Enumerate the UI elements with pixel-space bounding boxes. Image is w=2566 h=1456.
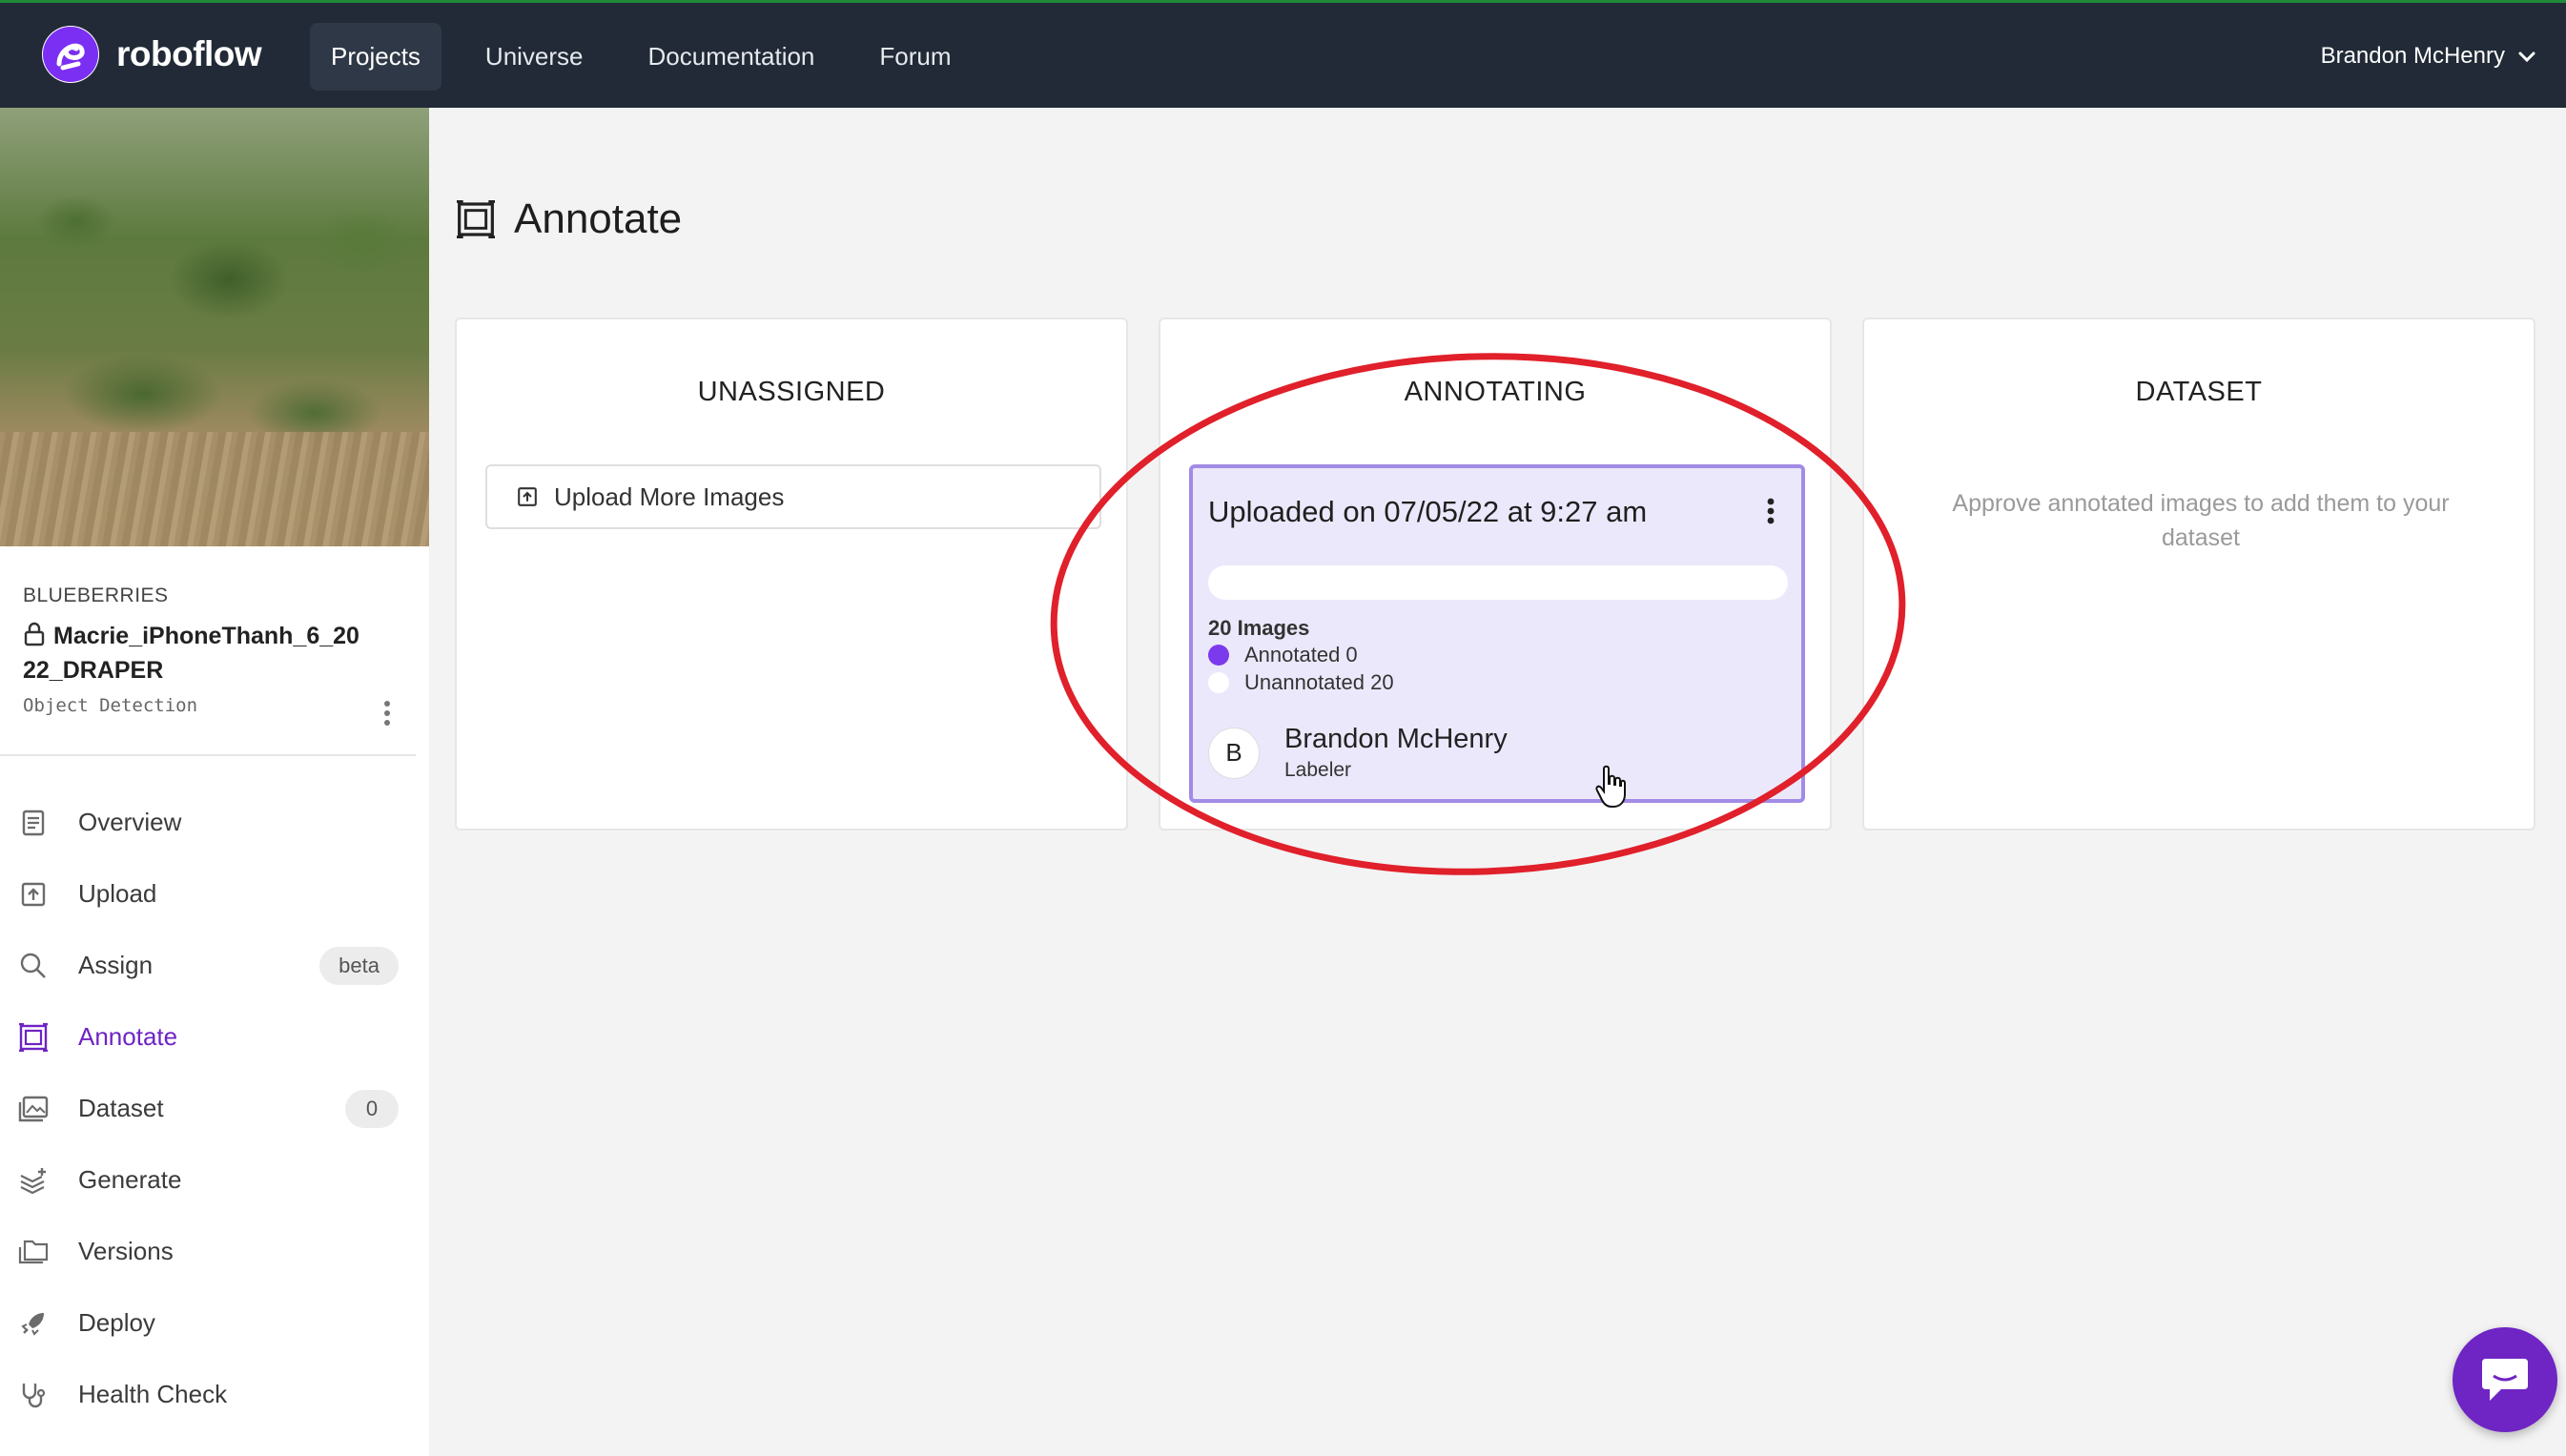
roboflow-logo-icon (42, 26, 99, 83)
nav-universe[interactable]: Universe (464, 23, 605, 91)
page-title: Annotate (455, 195, 682, 243)
sidebar-item-annotate[interactable]: Annotate (0, 1001, 429, 1073)
sidebar-item-dataset[interactable]: Dataset 0 (0, 1073, 429, 1144)
top-navbar: roboflow Projects Universe Documentation… (0, 0, 2566, 108)
roboflow-logo[interactable]: roboflow (42, 26, 262, 83)
folders-icon (17, 1236, 50, 1268)
sidebar-item-label: Dataset (78, 1094, 164, 1122)
project-name-text: Macrie_iPhoneThanh_6_2022_DRAPER (23, 623, 359, 684)
nav-documentation[interactable]: Documentation (627, 23, 836, 91)
sidebar-item-label: Versions (78, 1237, 174, 1265)
sidebar-nav: Overview Upload Assign beta Annotate Dat… (0, 787, 429, 1430)
sidebar-item-overview[interactable]: Overview (0, 787, 429, 858)
project-group: BLUEBERRIES (23, 584, 169, 606)
upload-more-images-button[interactable]: Upload More Images (485, 464, 1101, 529)
sidebar-item-deploy[interactable]: Deploy (0, 1287, 429, 1359)
sidebar-item-label: Generate (78, 1165, 182, 1194)
nav-forum[interactable]: Forum (858, 23, 972, 91)
sidebar-item-label: Upload (78, 879, 157, 908)
search-icon (17, 950, 50, 982)
dataset-empty-hint: Approve annotated images to add them to … (1952, 490, 2450, 551)
sidebar-item-versions[interactable]: Versions (0, 1216, 429, 1287)
project-meta: BLUEBERRIES Macrie_iPhoneThanh_6_2022_DR… (0, 584, 429, 716)
upload-icon (518, 487, 537, 506)
sidebar-item-label: Overview (78, 808, 182, 836)
column-title: DATASET (2135, 377, 2263, 407)
brand-name: roboflow (116, 34, 262, 73)
annotate-icon (457, 200, 495, 238)
sidebar-item-health-check[interactable]: Health Check (0, 1359, 429, 1430)
sidebar-item-label: Deploy (78, 1308, 155, 1337)
layers-plus-icon (17, 1164, 50, 1197)
sidebar-item-label: Annotate (78, 1022, 178, 1051)
sidebar-item-upload[interactable]: Upload (0, 858, 429, 930)
project-thumbnail (0, 108, 429, 546)
project-options-icon[interactable] (381, 699, 393, 728)
images-icon (17, 1093, 50, 1125)
sidebar-item-label: Health Check (78, 1380, 228, 1408)
page-title-text: Annotate (514, 195, 683, 242)
upload-more-label: Upload More Images (554, 482, 785, 511)
annotate-icon (17, 1021, 50, 1054)
column-title: UNASSIGNED (697, 377, 886, 407)
user-name: Brandon McHenry (2320, 43, 2505, 69)
sidebar-divider (0, 754, 416, 756)
lock-icon (24, 622, 45, 646)
project-name[interactable]: Macrie_iPhoneThanh_6_2022_DRAPER (23, 619, 366, 687)
dataset-column: DATASET Approve annotated images to add … (1862, 318, 2535, 831)
document-icon (17, 807, 50, 839)
hand-cursor-icon (1595, 765, 1626, 808)
rocket-icon (17, 1307, 50, 1340)
stethoscope-icon (17, 1379, 50, 1411)
chat-icon (2482, 1359, 2528, 1401)
sidebar: BLUEBERRIES Macrie_iPhoneThanh_6_2022_DR… (0, 108, 429, 1456)
chevron-down-icon (2518, 51, 2535, 63)
highlight-ellipse (1050, 353, 1906, 875)
sidebar-item-generate[interactable]: Generate (0, 1144, 429, 1216)
main-nav: Projects Universe Documentation Forum (310, 23, 973, 91)
thumbnail-ground (0, 432, 429, 546)
project-type: Object Detection (23, 695, 198, 716)
nav-projects[interactable]: Projects (310, 23, 441, 91)
sidebar-item-assign[interactable]: Assign beta (0, 930, 429, 1001)
upload-icon (17, 878, 50, 911)
unassigned-column: UNASSIGNED Upload More Images (455, 318, 1128, 831)
user-menu[interactable]: Brandon McHenry (2321, 43, 2537, 70)
chat-button[interactable] (2453, 1327, 2557, 1432)
beta-badge: beta (319, 947, 399, 985)
sidebar-item-label: Assign (78, 951, 154, 979)
dataset-count-badge: 0 (345, 1090, 399, 1128)
